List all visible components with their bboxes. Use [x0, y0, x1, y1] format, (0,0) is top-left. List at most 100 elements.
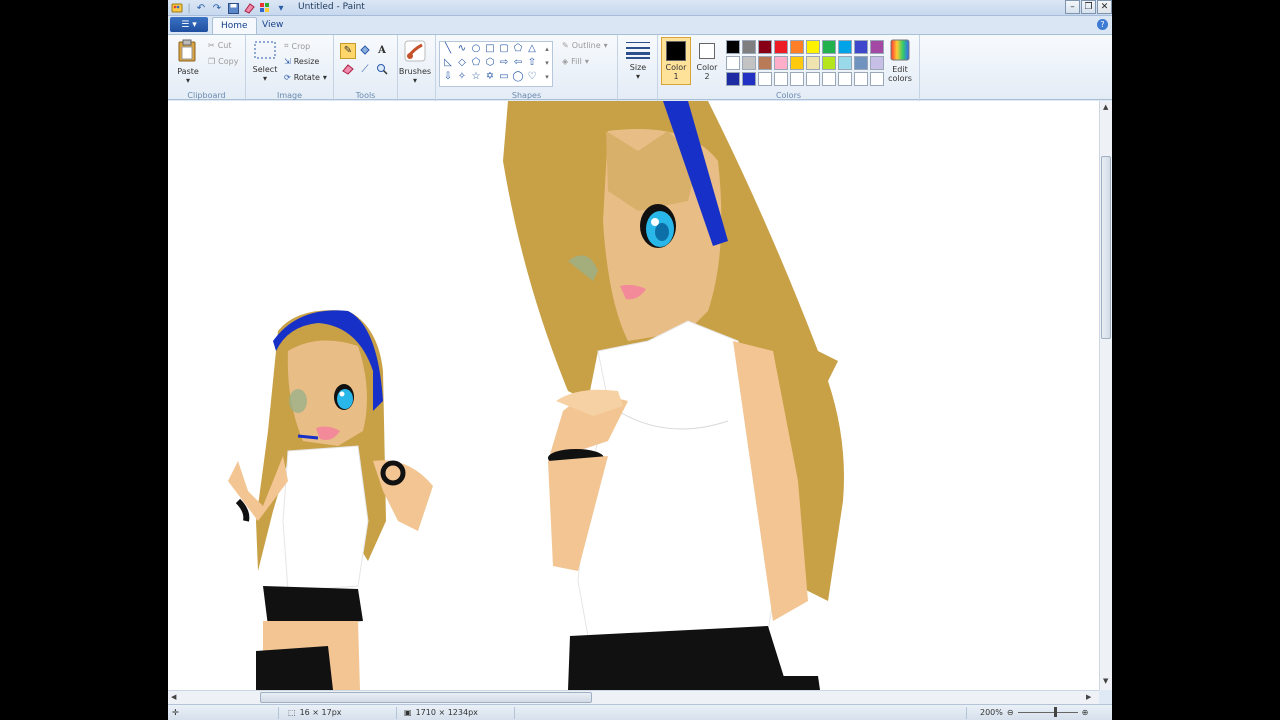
palette-swatch[interactable]	[822, 40, 836, 54]
scroll-left-icon[interactable]: ◀	[171, 693, 176, 701]
cut-button[interactable]: ✂ Cut	[208, 41, 232, 50]
customize-qat-icon[interactable]: ▾	[274, 1, 288, 15]
scroll-up-icon[interactable]: ▲	[1103, 103, 1108, 111]
shapes-scroll-up-icon[interactable]: ▴	[540, 42, 554, 56]
undo-icon[interactable]: ↶	[194, 1, 208, 15]
color2-button[interactable]: Color 2	[692, 37, 722, 85]
palette-swatch[interactable]	[854, 72, 868, 86]
palette-swatch[interactable]	[870, 56, 884, 70]
curve-shape-icon[interactable]: ∿	[455, 42, 469, 56]
palette-swatch[interactable]	[822, 56, 836, 70]
callout-oval-shape-icon[interactable]: ◯	[511, 70, 525, 84]
minimize-button[interactable]: –	[1065, 0, 1080, 14]
palette-swatch[interactable]	[806, 72, 820, 86]
close-button[interactable]: ✕	[1097, 0, 1112, 14]
callout-rect-shape-icon[interactable]: ▭	[497, 70, 511, 84]
five-point-star-shape-icon[interactable]: ☆	[469, 70, 483, 84]
restore-button[interactable]: ❐	[1081, 0, 1096, 14]
palette-swatch[interactable]	[742, 40, 756, 54]
palette-swatch[interactable]	[758, 40, 772, 54]
horizontal-scrollbar[interactable]: ◀ ▶	[168, 690, 1099, 704]
diamond-shape-icon[interactable]: ◇	[455, 56, 469, 70]
palette-swatch[interactable]	[854, 40, 868, 54]
pencil-icon[interactable]: ✎	[340, 43, 356, 59]
zoom-out-icon[interactable]: ⊖	[1007, 708, 1014, 717]
fill-bucket-icon[interactable]	[357, 43, 373, 59]
magnifier-icon[interactable]	[374, 62, 390, 78]
rounded-rectangle-shape-icon[interactable]: ▢	[497, 42, 511, 56]
palette-swatch[interactable]	[790, 40, 804, 54]
line-shape-icon[interactable]: ╲	[441, 42, 455, 56]
tab-view[interactable]: View	[254, 17, 291, 34]
rotate-button[interactable]: ⟳ Rotate ▾	[284, 73, 327, 82]
six-point-star-shape-icon[interactable]: ✡	[483, 70, 497, 84]
paint-menu-button[interactable]: ☰ ▾	[170, 17, 208, 32]
hexagon-shape-icon[interactable]: ⬡	[483, 56, 497, 70]
paste-button[interactable]: Paste ▾	[172, 39, 204, 85]
heart-shape-icon[interactable]: ♡	[525, 70, 539, 84]
palette-swatch[interactable]	[806, 40, 820, 54]
vertical-scrollbar[interactable]: ▲ ▼	[1099, 101, 1112, 690]
palette-swatch[interactable]	[742, 56, 756, 70]
paint-app-icon[interactable]	[170, 1, 184, 15]
palette-swatch[interactable]	[838, 72, 852, 86]
redo-icon[interactable]: ↷	[210, 1, 224, 15]
palette-swatch[interactable]	[822, 72, 836, 86]
palette-swatch[interactable]	[758, 56, 772, 70]
palette-swatch[interactable]	[790, 56, 804, 70]
color-picker-quick-icon[interactable]	[258, 1, 272, 15]
polygon-shape-icon[interactable]: ⬠	[511, 42, 525, 56]
palette-swatch[interactable]	[742, 72, 756, 86]
save-icon[interactable]	[226, 1, 240, 15]
tab-home[interactable]: Home	[212, 17, 257, 34]
right-arrow-shape-icon[interactable]: ⇨	[497, 56, 511, 70]
down-arrow-shape-icon[interactable]: ⇩	[441, 70, 455, 84]
shapes-gallery[interactable]: ╲ ∿ ○ □ ▢ ⬠ △ ◺ ◇ ⬠ ⬡ ⇨ ⇦ ⇧ ⇩ ✧ ☆ ✡ ▭ ◯ …	[439, 41, 553, 87]
right-triangle-shape-icon[interactable]: ◺	[441, 56, 455, 70]
color1-button[interactable]: Color 1	[661, 37, 691, 85]
eraser-quick-icon[interactable]	[242, 1, 256, 15]
color-picker-icon[interactable]: ⟋	[357, 62, 373, 78]
shapes-more-icon[interactable]: ▾	[540, 70, 554, 84]
palette-swatch[interactable]	[726, 72, 740, 86]
resize-button[interactable]: ⇲ Resize	[284, 57, 319, 66]
palette-swatch[interactable]	[726, 40, 740, 54]
four-point-star-shape-icon[interactable]: ✧	[455, 70, 469, 84]
left-arrow-shape-icon[interactable]: ⇦	[511, 56, 525, 70]
rectangle-shape-icon[interactable]: □	[483, 42, 497, 56]
oval-shape-icon[interactable]: ○	[469, 42, 483, 56]
up-arrow-shape-icon[interactable]: ⇧	[525, 56, 539, 70]
copy-button[interactable]: ❐ Copy	[208, 57, 238, 66]
palette-swatch[interactable]	[870, 40, 884, 54]
edit-colors-button[interactable]: Edit colors	[884, 39, 916, 83]
fill-button[interactable]: ◈ Fill ▾	[562, 57, 589, 66]
scroll-right-icon[interactable]: ▶	[1086, 693, 1091, 701]
palette-swatch[interactable]	[726, 56, 740, 70]
vertical-scroll-thumb[interactable]	[1101, 156, 1111, 339]
text-tool-icon[interactable]: A	[374, 43, 390, 59]
palette-swatch[interactable]	[774, 72, 788, 86]
triangle-shape-icon[interactable]: △	[525, 42, 539, 56]
palette-swatch[interactable]	[838, 56, 852, 70]
brushes-button[interactable]: Brushes ▾	[398, 39, 432, 85]
palette-swatch[interactable]	[774, 40, 788, 54]
palette-swatch[interactable]	[790, 72, 804, 86]
palette-swatch[interactable]	[838, 40, 852, 54]
palette-swatch[interactable]	[870, 72, 884, 86]
help-icon[interactable]: ?	[1097, 19, 1108, 30]
zoom-in-icon[interactable]: ⊕	[1082, 708, 1089, 717]
palette-swatch[interactable]	[774, 56, 788, 70]
palette-swatch[interactable]	[806, 56, 820, 70]
select-button[interactable]: Select ▾	[252, 41, 278, 83]
pentagon-shape-icon[interactable]: ⬠	[469, 56, 483, 70]
horizontal-scroll-thumb[interactable]	[260, 692, 592, 703]
eraser-icon[interactable]	[340, 62, 356, 78]
palette-swatch[interactable]	[758, 72, 772, 86]
zoom-slider-thumb[interactable]	[1053, 707, 1057, 717]
shapes-scroll-down-icon[interactable]: ▾	[540, 56, 554, 70]
crop-button[interactable]: ⌗ Crop	[284, 41, 310, 51]
scroll-down-icon[interactable]: ▼	[1103, 677, 1108, 685]
palette-swatch[interactable]	[854, 56, 868, 70]
zoom-slider[interactable]	[1017, 707, 1078, 717]
drawing-canvas[interactable]	[168, 101, 1099, 690]
